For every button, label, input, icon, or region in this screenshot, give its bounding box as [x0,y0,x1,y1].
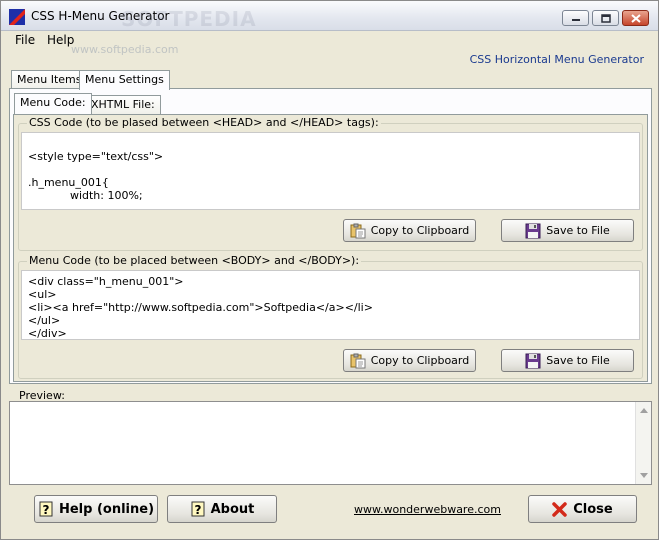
menu-save-button[interactable]: Save to File [501,349,634,372]
css-code-textarea[interactable]: <style type="text/css"> .h_menu_001{ wid… [21,132,640,210]
svg-text:?: ? [194,503,201,517]
menu-code-textarea[interactable]: <div class="h_menu_001"> <ul> <li><a hre… [21,270,640,340]
minimize-icon [571,19,580,21]
close-button[interactable]: Close [528,495,637,523]
menu-save-label: Save to File [546,354,610,367]
tab-xhtml-file[interactable]: XHTML File: [85,95,161,114]
watermark: SOFTPEDIA [121,7,257,31]
floppy-disk-icon [525,353,541,368]
tab-menu-items[interactable]: Menu Items [11,70,88,89]
about-button[interactable]: ? About [167,495,277,523]
scroll-up-icon[interactable] [640,408,648,413]
header-label: CSS Horizontal Menu Generator [469,53,644,66]
help-icon: ? [191,501,205,517]
menu-file[interactable]: File [9,32,41,48]
help-online-button[interactable]: ? Help (online) [34,495,158,523]
menu-code-legend: Menu Code (to be placed between <BODY> a… [27,254,362,267]
menu-copy-button[interactable]: Copy to Clipboard [343,349,476,372]
watermark-url: www.softpedia.com [71,43,179,56]
css-copy-button[interactable]: Copy to Clipboard [343,219,476,242]
inner-tab-panel: CSS Code (to be plased between <HEAD> an… [13,114,648,382]
help-online-label: Help (online) [58,501,155,517]
css-save-label: Save to File [546,224,610,237]
css-code-group: CSS Code (to be plased between <HEAD> an… [18,116,643,251]
app-icon [9,9,25,25]
minimize-button[interactable] [562,10,589,26]
close-label: Close [573,501,613,517]
svg-text:?: ? [42,503,49,517]
tab-menu-settings[interactable]: Menu Settings [79,70,170,90]
preview-pane[interactable] [9,401,652,485]
css-code-legend: CSS Code (to be plased between <HEAD> an… [27,116,381,129]
title-bar[interactable]: CSS H-Menu Generator SOFTPEDIA [1,1,658,31]
menu-copy-label: Copy to Clipboard [370,354,470,367]
close-icon [630,13,641,23]
help-icon: ? [39,501,53,517]
menu-code-group: Menu Code (to be placed between <BODY> a… [18,254,643,379]
clipboard-icon [350,223,366,238]
maximize-button[interactable] [592,10,619,26]
tab-menu-code[interactable]: Menu Code: [14,93,92,114]
css-save-button[interactable]: Save to File [501,219,634,242]
close-window-button[interactable] [622,10,649,26]
close-x-icon [552,502,567,517]
about-label: About [210,501,255,517]
css-copy-label: Copy to Clipboard [370,224,470,237]
preview-scrollbar[interactable] [635,402,651,484]
clipboard-icon [350,353,366,368]
maximize-icon [600,13,611,23]
app-window: CSS H-Menu Generator SOFTPEDIA File Help… [0,0,659,540]
website-link[interactable]: www.wonderwebware.com [354,503,501,516]
floppy-disk-icon [525,223,541,238]
scroll-down-icon[interactable] [640,473,648,478]
